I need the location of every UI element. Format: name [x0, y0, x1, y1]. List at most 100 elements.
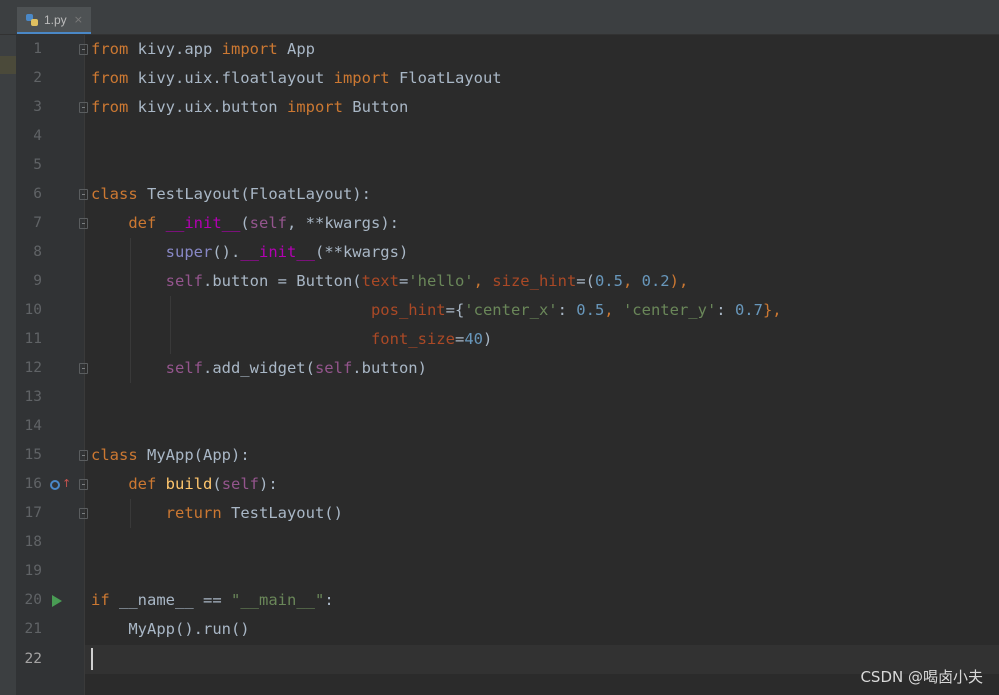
code-line-7: def __init__(self, **kwargs):: [91, 209, 399, 238]
fold-icon[interactable]: [79, 189, 88, 200]
token: size_hint: [492, 272, 577, 290]
fold-icon[interactable]: [79, 450, 88, 461]
token: import: [286, 98, 343, 116]
line-number: 18: [24, 534, 42, 550]
code-line-1: from kivy.app import App: [91, 35, 315, 64]
token: class: [91, 185, 138, 203]
fold-icon[interactable]: [79, 218, 88, 229]
line-number: 5: [33, 157, 42, 173]
token: from: [91, 98, 129, 116]
code-line-8: super().__init__(**kwargs): [91, 238, 409, 267]
line-number: 17: [24, 505, 42, 521]
token: .button): [352, 359, 427, 377]
fold-icon[interactable]: [79, 44, 88, 55]
fold-icon[interactable]: [79, 363, 88, 374]
token: __name__ ==: [109, 591, 231, 609]
token: TestLayout(FloatLayout):: [137, 185, 371, 203]
token: =: [454, 330, 465, 348]
code-line-17: return TestLayout(): [91, 499, 343, 528]
token: 0.5: [594, 272, 623, 290]
token: 0.5: [576, 301, 605, 319]
token: ):: [259, 475, 278, 493]
token: kivy.app: [128, 40, 222, 58]
token: if: [91, 591, 110, 609]
line-number: 4: [33, 128, 42, 144]
code-line-9: self.button = Button(text='hello', size_…: [91, 267, 689, 296]
line-number: 15: [24, 447, 42, 463]
watermark: CSDN @喝卤小夫: [860, 668, 983, 686]
token: build: [165, 475, 213, 493]
token: ,: [622, 272, 642, 290]
token: },: [762, 301, 782, 319]
token: ().: [212, 243, 241, 261]
token: (: [240, 214, 250, 232]
line-number: 10: [24, 302, 42, 318]
token: 0.2: [641, 272, 670, 290]
token: from: [91, 40, 129, 58]
token: TestLayout(): [221, 504, 343, 522]
override-arrow-icon: ↑: [62, 477, 72, 490]
line-number: 9: [33, 273, 42, 289]
token: .button = Button(: [202, 272, 362, 290]
code-line-6: class TestLayout(FloatLayout):: [91, 180, 371, 209]
token: , **kwargs):: [287, 214, 399, 232]
token: from: [91, 69, 129, 87]
token: MyApp().run(): [91, 620, 250, 638]
tab-1-py[interactable]: 1.py ×: [17, 7, 91, 34]
token: def: [128, 475, 157, 493]
line-number: 20: [24, 592, 42, 608]
line-number: 19: [24, 563, 42, 579]
fold-icon[interactable]: [79, 102, 88, 113]
token: import: [221, 40, 278, 58]
token: import: [333, 69, 390, 87]
token: __init__: [165, 214, 241, 232]
token: Button: [342, 98, 409, 116]
token: pos_hint: [370, 301, 446, 319]
token: self: [249, 214, 287, 232]
token: 'hello': [408, 272, 474, 290]
close-icon[interactable]: ×: [74, 13, 83, 26]
token: 'center_y': [622, 301, 717, 319]
code-line-2: from kivy.uix.floatlayout import FloatLa…: [91, 64, 502, 93]
line-number: 8: [33, 244, 42, 260]
token: .add_widget(: [202, 359, 315, 377]
editor-tab-bar: 1.py ×: [0, 0, 999, 35]
token: :: [324, 591, 334, 609]
token: self: [314, 359, 353, 377]
line-number: 22: [24, 651, 42, 667]
code-line-21: MyApp().run(): [91, 615, 250, 644]
token: (**kwargs): [314, 243, 409, 261]
line-number: 12: [24, 360, 42, 376]
text-caret: [91, 648, 93, 670]
line-number: 1: [33, 41, 42, 57]
line-number: 21: [24, 621, 42, 637]
token: self: [165, 359, 203, 377]
token: 'center_x': [464, 301, 558, 319]
fold-icon[interactable]: [79, 479, 88, 490]
token: MyApp(App):: [137, 446, 250, 464]
code-line-3: from kivy.uix.button import Button: [91, 93, 408, 122]
run-icon[interactable]: [52, 595, 62, 607]
tool-window-strip: [0, 0, 16, 695]
code-line-12: self.add_widget(self.button): [91, 354, 427, 383]
token: text: [361, 272, 399, 290]
token: =(: [576, 272, 595, 290]
token: kivy.uix.floatlayout: [128, 69, 334, 87]
line-number: 7: [33, 215, 42, 231]
fold-icon[interactable]: [79, 508, 88, 519]
token: (: [212, 475, 222, 493]
token: return: [165, 504, 222, 522]
override-icon[interactable]: [50, 480, 60, 490]
token: =: [398, 272, 409, 290]
python-file-icon: [26, 13, 38, 26]
token: ),: [669, 272, 689, 290]
line-number: 14: [24, 418, 42, 434]
line-marker: [0, 56, 16, 74]
